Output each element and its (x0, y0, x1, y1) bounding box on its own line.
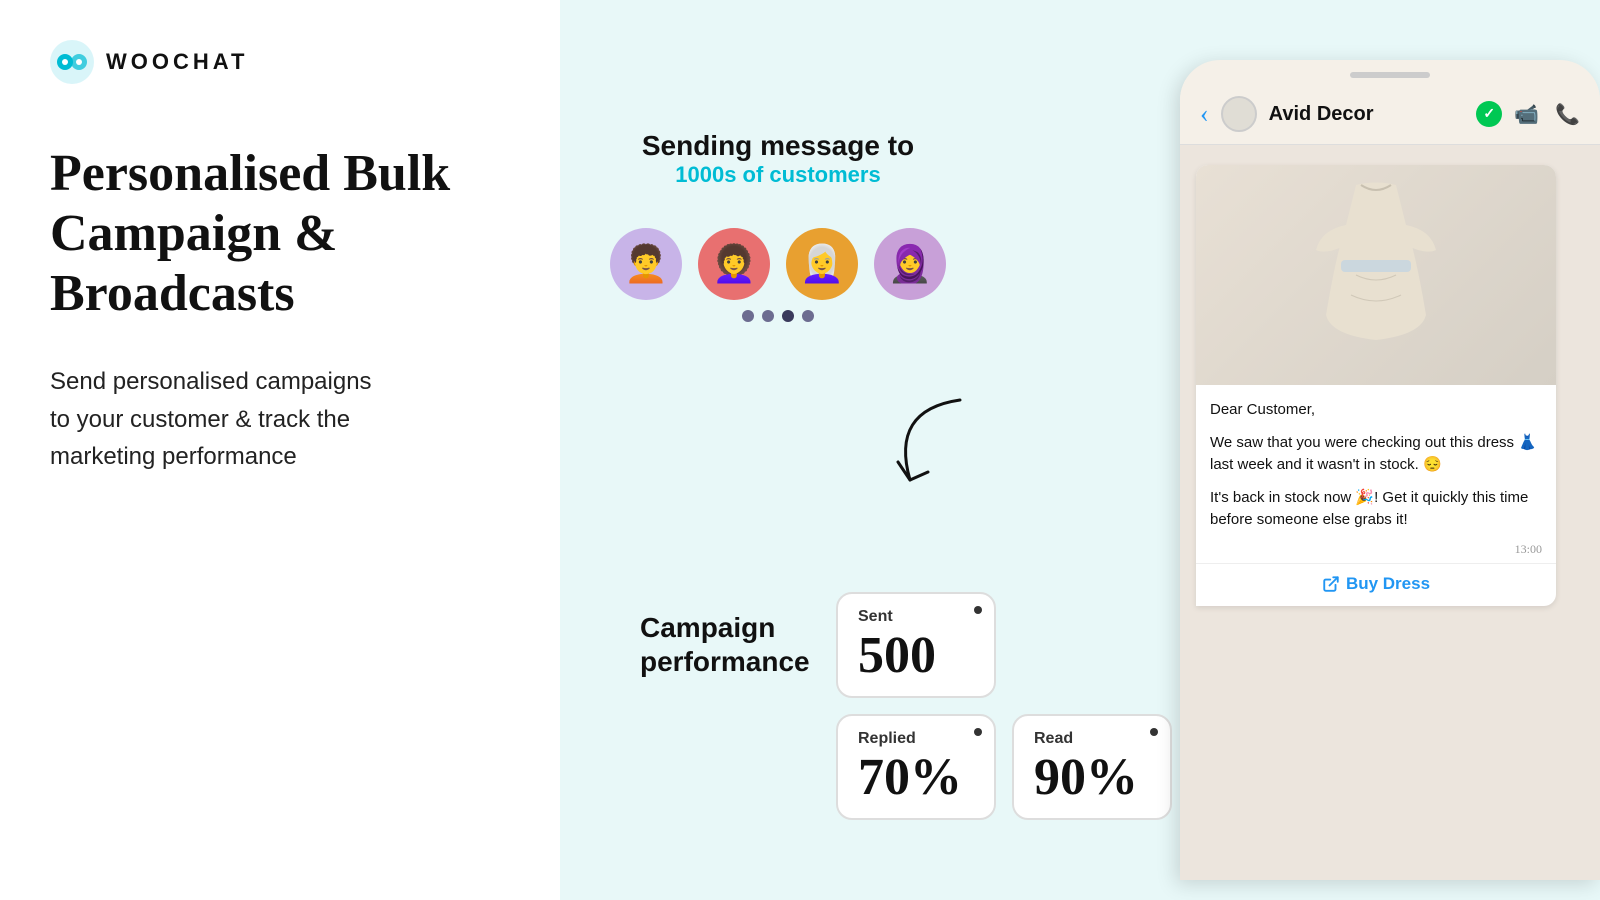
sent-value: 500 (858, 630, 974, 682)
sub-description: Send personalised campaigns to your cust… (50, 363, 510, 475)
contact-avatar (1221, 96, 1257, 132)
campaign-row-top: Campaign performance Sent 500 (640, 592, 1172, 698)
right-panel: Sending message to 1000s of customers 🧑‍… (560, 0, 1600, 900)
replied-value: 70% (858, 752, 974, 804)
verified-badge: ✓ (1476, 101, 1502, 127)
sent-stat-dot (974, 606, 982, 614)
dot-1 (742, 310, 754, 322)
read-value: 90% (1034, 752, 1150, 804)
read-stat-box: Read 90% (1012, 714, 1172, 820)
sending-subtitle: 1000s of customers (642, 162, 914, 188)
carousel-dots (742, 310, 814, 322)
woochat-logo-icon (50, 40, 94, 84)
main-heading: Personalised Bulk Campaign & Broadcasts (50, 144, 510, 323)
read-stat-dot (1150, 728, 1158, 736)
replied-label: Replied (858, 730, 974, 748)
campaign-label: Campaign performance (640, 611, 820, 678)
bottom-stats-row: Replied 70% Read 90% (836, 714, 1172, 820)
replied-stat-dot (974, 728, 982, 736)
call-icon[interactable]: 📞 (1555, 102, 1580, 127)
center-content: Sending message to 1000s of customers 🧑‍… (610, 130, 946, 382)
dress-image (1196, 165, 1556, 385)
phone-header: ‹ Avid Decor ✓ 📹 📞 (1180, 80, 1600, 145)
video-call-icon[interactable]: 📹 (1514, 102, 1539, 127)
phone-body: Dear Customer, We saw that you were chec… (1180, 145, 1600, 880)
message-timestamp: 13:00 (1196, 542, 1556, 563)
dot-4 (802, 310, 814, 322)
phone-notch (1350, 72, 1430, 78)
sent-label: Sent (858, 608, 974, 626)
dot-3 (782, 310, 794, 322)
logo-area: WOOCHAT (50, 40, 510, 84)
sending-box: Sending message to 1000s of customers (642, 130, 914, 188)
arrow-area (880, 390, 1000, 515)
avatar-4: 🧕 (874, 228, 946, 300)
sending-title: Sending message to (642, 130, 914, 162)
logo-text: WOOCHAT (106, 49, 248, 75)
message-body-2: It's back in stock now 🎉! Get it quickly… (1210, 487, 1542, 532)
phone-action-icons: 📹 📞 (1514, 102, 1580, 127)
back-icon[interactable]: ‹ (1200, 99, 1209, 129)
avatars-row: 🧑‍🦱 👩‍🦱 👩‍🦳 🧕 (610, 228, 946, 300)
left-panel: WOOCHAT Personalised Bulk Campaign & Bro… (0, 0, 560, 900)
avatar-1: 🧑‍🦱 (610, 228, 682, 300)
campaign-area: Campaign performance Sent 500 Replied 70… (640, 592, 1172, 820)
message-bubble: Dear Customer, We saw that you were chec… (1196, 165, 1556, 606)
avatar-2: 👩‍🦱 (698, 228, 770, 300)
buy-dress-label: Buy Dress (1346, 574, 1430, 594)
avatar-3: 👩‍🦳 (786, 228, 858, 300)
message-body-1: We saw that you were checking out this d… (1210, 432, 1542, 477)
contact-name: Avid Decor (1269, 103, 1465, 126)
phone-mockup: ‹ Avid Decor ✓ 📹 📞 (1180, 60, 1600, 880)
bubble-text: Dear Customer, We saw that you were chec… (1196, 399, 1556, 532)
greeting: Dear Customer, (1210, 399, 1542, 422)
dot-2 (762, 310, 774, 322)
sent-stat-box: Sent 500 (836, 592, 996, 698)
read-label: Read (1034, 730, 1150, 748)
buy-dress-button[interactable]: Buy Dress (1196, 563, 1556, 594)
replied-stat-box: Replied 70% (836, 714, 996, 820)
